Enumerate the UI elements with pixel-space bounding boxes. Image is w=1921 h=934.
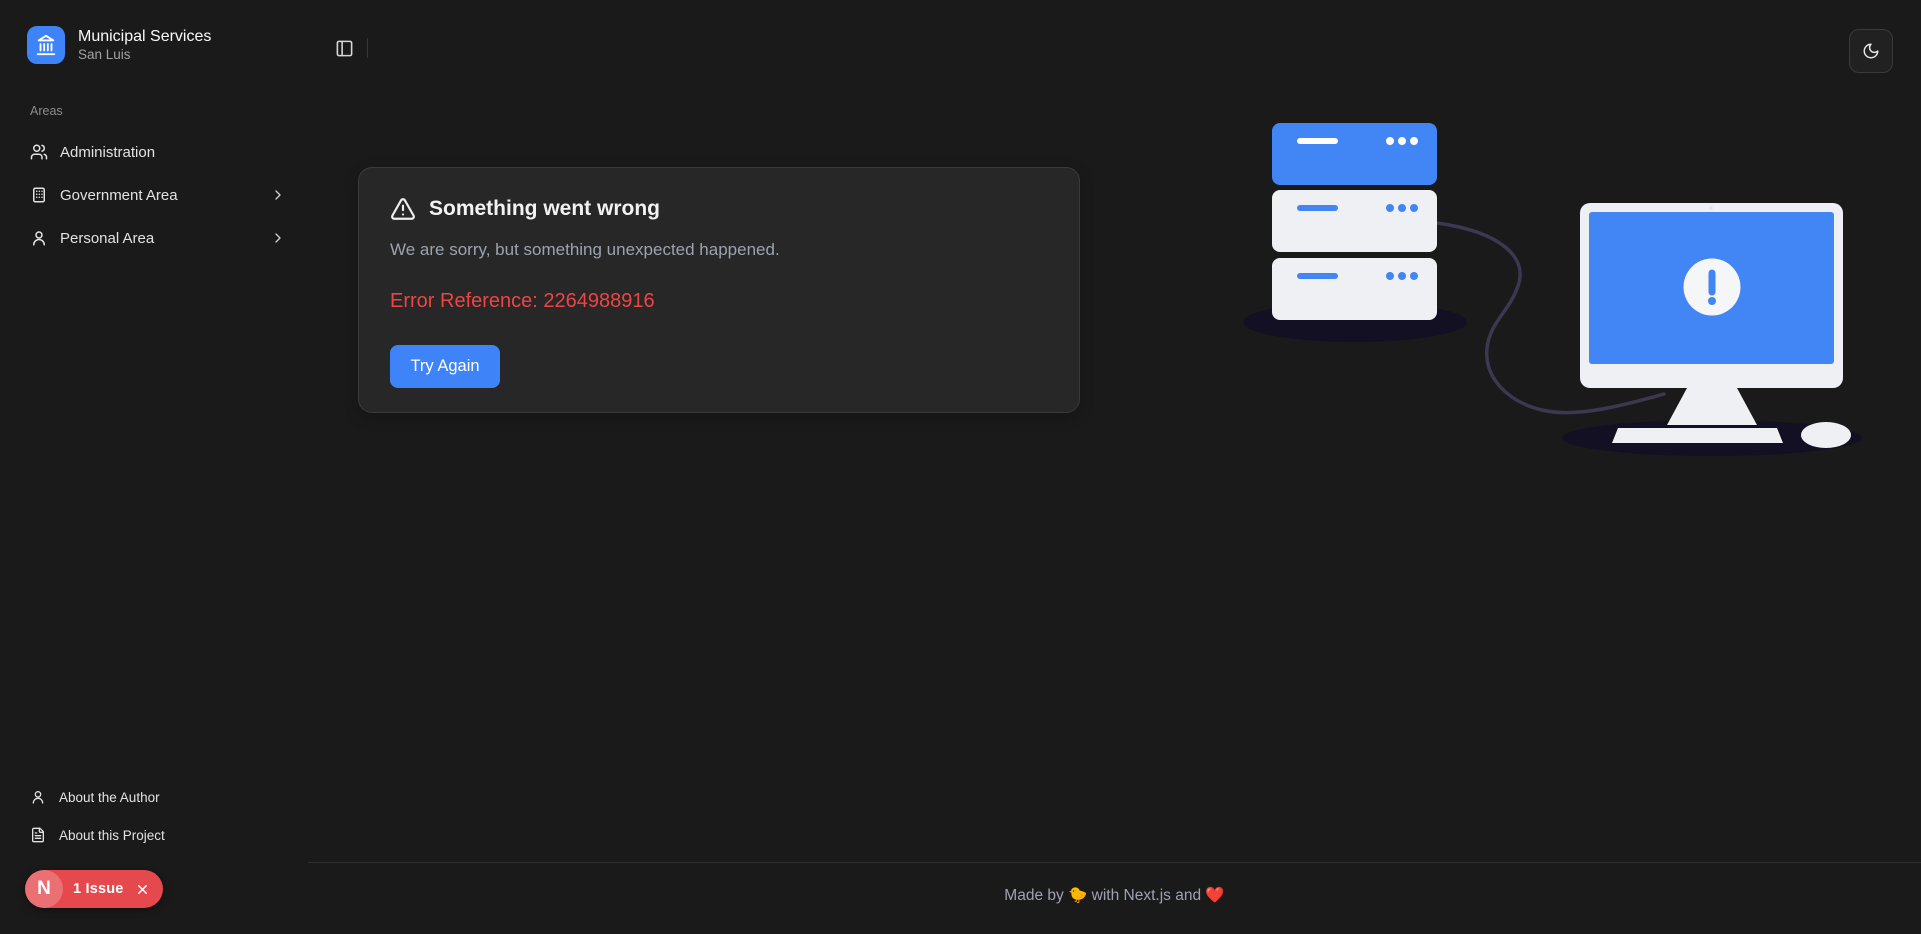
document-icon <box>30 827 46 843</box>
sidebar-item-administration[interactable]: Administration <box>12 134 296 170</box>
sidebar-item-label: Personal Area <box>60 230 154 247</box>
sidebar-item-personal-area[interactable]: Personal Area <box>12 220 296 256</box>
sidebar-item-government-area[interactable]: Government Area <box>12 177 296 213</box>
sidebar-footer: About the Author About this Project <box>12 782 296 850</box>
dev-issues-badge[interactable]: N 1 Issue <box>25 870 163 908</box>
footer-credit-text: Made by 🐤 with Next.js and ❤️ <box>1004 886 1224 905</box>
close-icon[interactable] <box>135 882 150 897</box>
cable-line <box>1437 223 1664 413</box>
server-rack-illustration <box>1272 123 1437 320</box>
brand-subtitle: San Luis <box>78 47 211 63</box>
panel-left-icon <box>335 39 354 58</box>
moon-icon <box>1862 42 1880 60</box>
error-message: We are sorry, but something unexpected h… <box>390 240 1055 259</box>
sidebar-toggle-button[interactable] <box>327 31 361 65</box>
nextjs-logo-icon: N <box>25 870 63 908</box>
topbar-divider <box>367 38 368 58</box>
brand[interactable]: Municipal Services San Luis <box>27 26 211 64</box>
error-reference: Error Reference: 2264988916 <box>390 291 1055 312</box>
error-title: Something went wrong <box>429 197 660 221</box>
error-card: Something went wrong We are sorry, but s… <box>358 167 1080 413</box>
sidebar-item-about-project[interactable]: About this Project <box>12 820 296 850</box>
building-icon <box>30 186 48 204</box>
sidebar-item-label: Administration <box>60 144 155 161</box>
sidebar-item-label: Government Area <box>60 187 178 204</box>
landmark-icon <box>27 26 65 64</box>
user-icon <box>30 789 46 805</box>
chevron-right-icon <box>270 230 286 246</box>
brand-title: Municipal Services <box>78 27 211 46</box>
sidebar-item-about-author[interactable]: About the Author <box>12 782 296 812</box>
try-again-button[interactable]: Try Again <box>390 345 500 388</box>
warning-triangle-icon <box>390 196 416 222</box>
monitor-illustration <box>1580 203 1851 448</box>
sidebar-nav: Administration Government Area Personal … <box>12 134 296 256</box>
sidebar: Municipal Services San Luis Areas Admini… <box>0 0 308 934</box>
page-footer: Made by 🐤 with Next.js and ❤️ <box>308 862 1921 934</box>
error-illustration <box>1230 90 1890 470</box>
theme-toggle-button[interactable] <box>1849 29 1893 73</box>
users-icon <box>30 143 48 161</box>
sidebar-item-label: About the Author <box>59 790 160 805</box>
sidebar-section-label: Areas <box>30 104 63 118</box>
chevron-right-icon <box>270 187 286 203</box>
user-icon <box>30 229 48 247</box>
issue-count-label: 1 Issue <box>73 881 124 897</box>
sidebar-item-label: About this Project <box>59 828 165 843</box>
